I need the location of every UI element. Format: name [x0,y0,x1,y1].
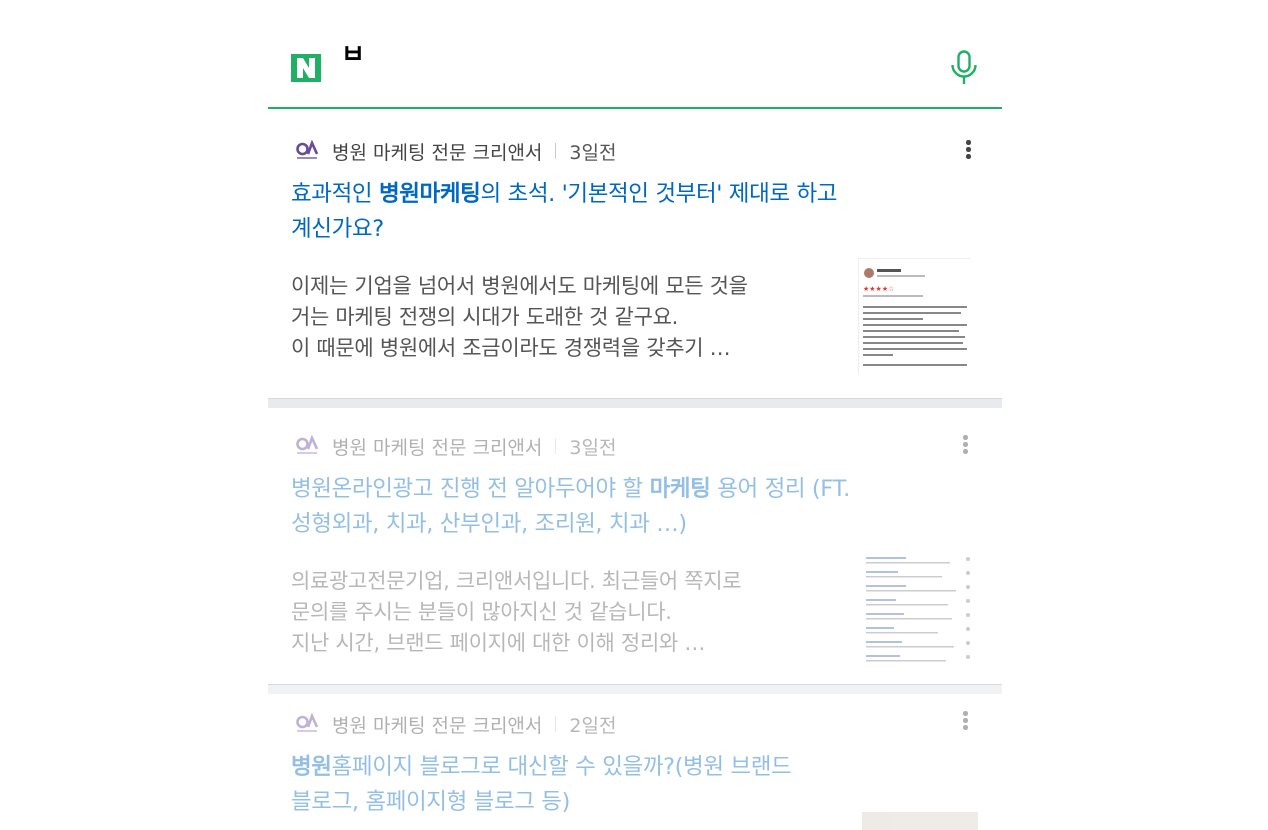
search-bar: ㅂ [268,0,1002,110]
microphone-icon[interactable] [950,50,978,86]
creanswer-logo-icon [296,139,319,162]
description-line: 문의를 주시는 분들이 많아지신 것 같습니다. [291,600,672,624]
search-results-page: ㅂ 병원 마케팅 전문 크리앤서 3일전 효과적인 병원마케팅의 초석. '기본… [268,0,1002,830]
title-text: 효과적인 [291,181,379,207]
result-card[interactable]: 병원 마케팅 전문 크리앤서 3일전 병원온라인광고 진행 전 알아두어야 할 … [268,410,1002,684]
result-thumbnail[interactable]: ★★★★☆ [858,258,971,375]
title-highlight: 마케팅 [649,476,711,502]
title-text: 병원온라인광고 진행 전 알아두어야 할 [291,476,650,502]
description-line: 이 때문에 병원에서 조금이라도 경쟁력을 갖추기 … [291,336,731,360]
result-title[interactable]: 병원온라인광고 진행 전 알아두어야 할 마케팅 용어 정리 (FT. 성형외과… [291,472,857,542]
result-separator [268,398,1002,408]
result-thumbnail[interactable] [862,551,976,665]
svg-text:★★★★☆: ★★★★☆ [863,285,894,293]
creanswer-logo-icon [296,712,319,735]
result-source-name[interactable]: 병원 마케팅 전문 크리앤서 [332,138,542,165]
result-card[interactable]: 병원 마케팅 전문 크리앤서 3일전 효과적인 병원마케팅의 초석. '기본적인… [268,110,1002,398]
more-vertical-icon[interactable] [962,434,968,456]
naver-logo-icon[interactable] [291,54,321,82]
result-title[interactable]: 효과적인 병원마케팅의 초석. '기본적인 것부터' 제대로 하고 계신가요? [291,177,857,247]
result-description: 의료광고전문기업, 크리앤서입니다. 최근들어 쪽지로 문의를 주시는 분들이 … [291,566,811,659]
divider [555,143,557,159]
search-underline [268,107,1002,109]
result-source-row: 병원 마케팅 전문 크리앤서 2일전 [296,711,617,738]
result-separator [268,684,1002,694]
creanswer-logo-icon [296,434,319,457]
search-input[interactable]: ㅂ [341,40,365,70]
result-time: 3일전 [569,436,617,459]
divider [555,438,557,454]
result-thumbnail[interactable] [862,812,978,830]
description-line: 지난 시간, 브랜드 페이지에 대한 이해 정리와 … [291,631,706,655]
description-line: 거는 마케팅 전쟁의 시대가 도래한 것 같구요. [291,305,678,329]
description-line: 이제는 기업을 넘어서 병원에서도 마케팅에 모든 것을 [291,274,748,298]
result-source-row: 병원 마케팅 전문 크리앤서 3일전 [296,138,617,165]
result-time: 3일전 [569,141,617,164]
more-vertical-icon[interactable] [965,139,971,161]
result-description: 이제는 기업을 넘어서 병원에서도 마케팅에 모든 것을 거는 마케팅 전쟁의 … [291,271,811,364]
result-source-name[interactable]: 병원 마케팅 전문 크리앤서 [332,711,542,738]
divider [555,716,557,732]
result-source-row: 병원 마케팅 전문 크리앤서 3일전 [296,433,617,460]
title-highlight: 병원마케팅 [378,181,481,207]
result-source-name[interactable]: 병원 마케팅 전문 크리앤서 [332,433,542,460]
result-title[interactable]: 병원홈페이지 블로그로 대신할 수 있을까?(병원 브랜드 블로그, 홈페이지형… [291,750,857,820]
title-highlight: 병원 [291,754,332,780]
more-vertical-icon[interactable] [962,710,968,732]
description-line: 의료광고전문기업, 크리앤서입니다. 최근들어 쪽지로 [291,569,742,593]
result-time: 2일전 [569,714,617,737]
result-card[interactable]: 병원 마케팅 전문 크리앤서 2일전 병원홈페이지 블로그로 대신할 수 있을까… [268,694,1002,830]
title-text: 홈페이지 블로그로 대신할 수 있을까?(병원 브랜드 블로그, 홈페이지형 블… [291,754,792,815]
